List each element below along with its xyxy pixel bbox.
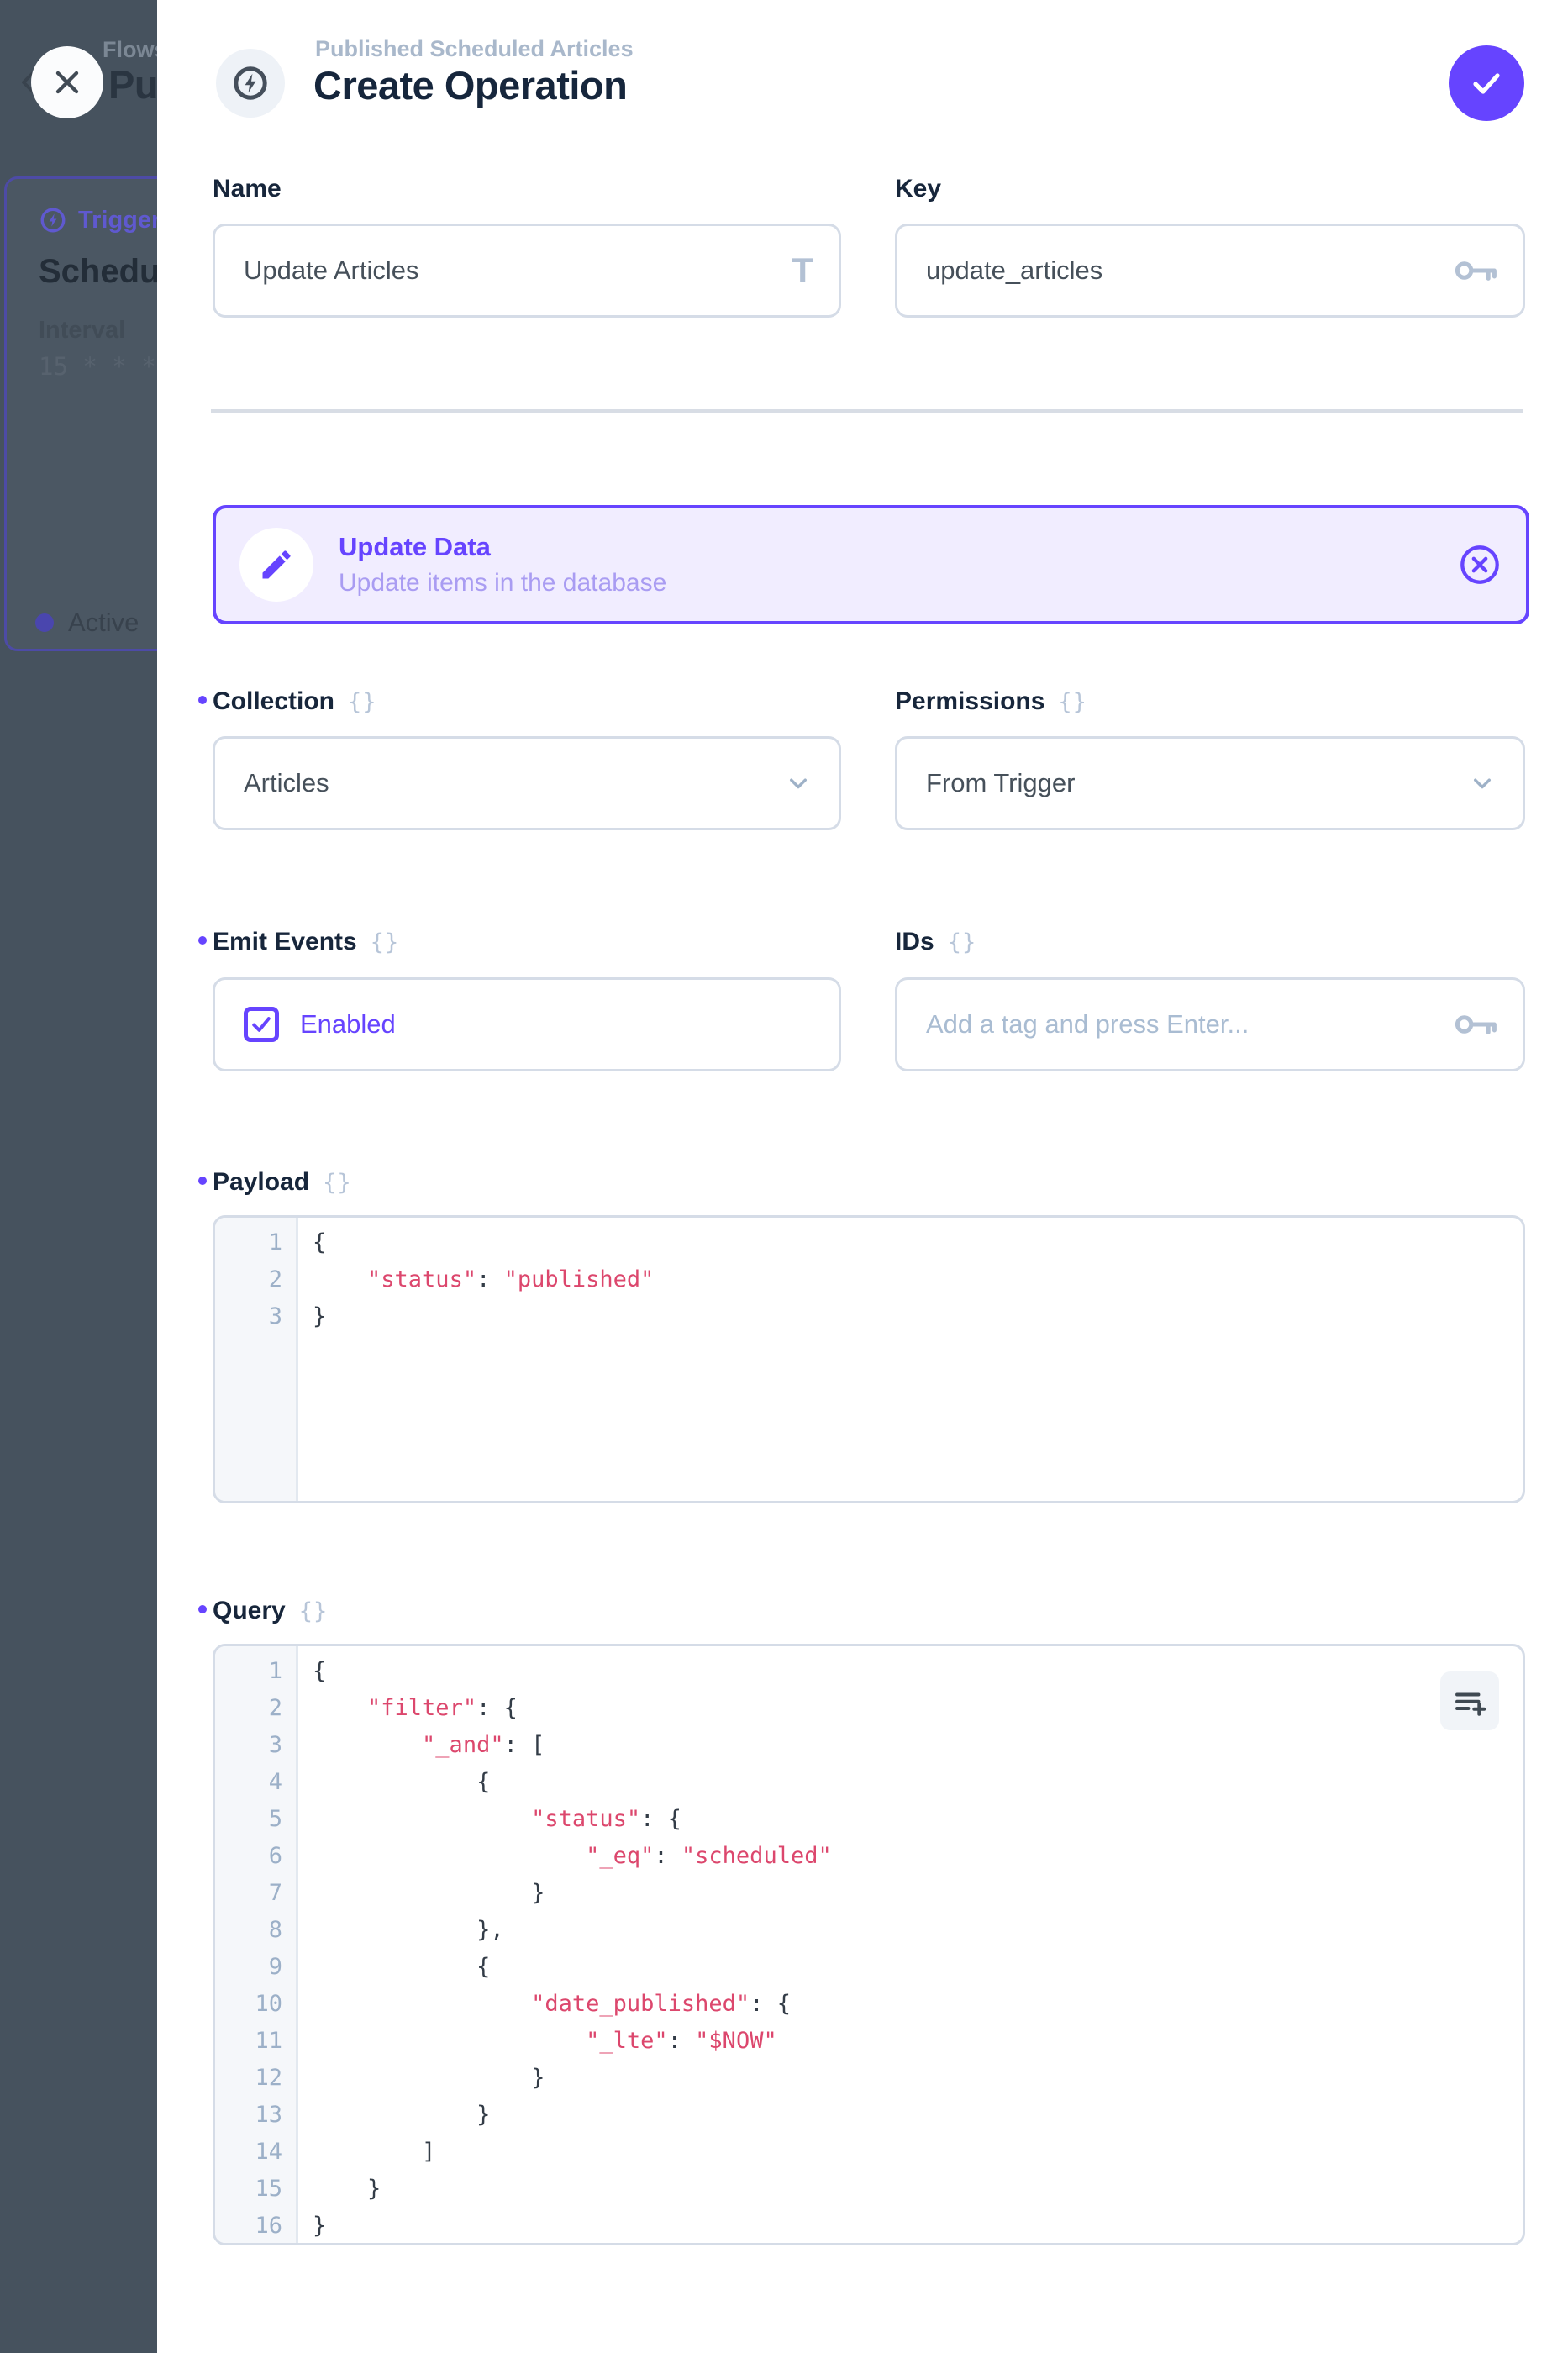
raw-value-icon[interactable]: {} <box>299 1598 329 1624</box>
permissions-label: Permissions {} <box>895 687 1087 716</box>
name-label: Name <box>213 175 282 203</box>
raw-value-icon[interactable]: {} <box>323 1170 352 1196</box>
ids-tag-input[interactable] <box>926 1009 1454 1040</box>
raw-value-icon[interactable]: {} <box>348 689 377 715</box>
dimmed-background: Flows Published Scheduled Articles Trigg… <box>0 0 157 2353</box>
page-title: Create Operation <box>313 62 627 108</box>
chevron-down-icon <box>1467 768 1497 798</box>
trigger-badge-label: Trigger <box>78 207 157 234</box>
collection-value: Articles <box>244 768 329 798</box>
query-label: Query {} <box>213 1597 328 1625</box>
section-divider <box>211 409 1523 413</box>
trigger-status-dropdown[interactable]: Active <box>35 608 157 638</box>
breadcrumb: Published Scheduled Articles <box>315 36 634 62</box>
trigger-card[interactable]: Trigger Schedule Interval 15 * * * * Act… <box>4 176 157 651</box>
background-breadcrumb: Flows <box>103 37 157 63</box>
operation-type-banner: Update Data Update items in the database <box>213 505 1529 624</box>
key-icon <box>1454 256 1497 285</box>
bolt-icon <box>230 63 271 103</box>
payload-label: Payload {} <box>213 1168 352 1197</box>
payload-code-editor[interactable]: 123 { "status": "published"} <box>213 1215 1525 1503</box>
edit-icon <box>258 546 295 583</box>
remove-operation-type-button[interactable] <box>1457 542 1502 587</box>
permissions-value: From Trigger <box>926 768 1075 798</box>
status-dot-icon <box>35 613 54 632</box>
payload-code: { "status": "published"} <box>313 1224 1514 1335</box>
create-operation-drawer: Published Scheduled Articles Create Oper… <box>157 0 1568 2353</box>
raw-value-icon[interactable]: {} <box>948 929 977 955</box>
collection-select[interactable]: Articles <box>213 736 841 830</box>
banner-icon-circle <box>239 528 313 602</box>
name-input[interactable] <box>244 255 792 286</box>
trigger-card-title: Schedule <box>39 253 157 291</box>
playlist-add-button[interactable] <box>1440 1671 1499 1730</box>
save-button[interactable] <box>1449 45 1524 121</box>
title-icon: T <box>792 253 813 288</box>
emit-events-checkbox-row[interactable]: Enabled <box>213 977 841 1071</box>
playlist-add-icon <box>1452 1683 1487 1719</box>
required-dot <box>198 696 207 704</box>
operation-type-title: Update Data <box>339 532 666 562</box>
trigger-badge: Trigger <box>39 206 157 234</box>
emit-events-checkbox-label: Enabled <box>300 1009 396 1040</box>
ids-field <box>895 977 1525 1071</box>
required-dot <box>198 1605 207 1613</box>
chevron-down-icon <box>783 768 813 798</box>
raw-value-icon[interactable]: {} <box>1058 689 1087 715</box>
raw-value-icon[interactable]: {} <box>371 929 400 955</box>
query-code: { "filter": { "_and": [ { "status": { "_… <box>313 1653 1514 2245</box>
background-page-title: Published Scheduled Articles <box>108 61 157 108</box>
ids-label: IDs {} <box>895 928 976 956</box>
query-code-editor[interactable]: 12345678910111213141516 { "filter": { "_… <box>213 1644 1525 2245</box>
required-dot <box>198 1176 207 1185</box>
trigger-interval-label: Interval <box>39 317 125 345</box>
key-field <box>895 224 1525 318</box>
operation-type-subtitle: Update items in the database <box>339 569 666 597</box>
collection-label: Collection {} <box>213 687 377 716</box>
emit-events-label: Emit Events {} <box>213 928 399 956</box>
required-dot <box>198 936 207 945</box>
close-drawer-button[interactable] <box>31 46 103 118</box>
app-root: { "ui": { "braces_icon": "{}" }, "backgr… <box>0 0 1568 2353</box>
close-icon <box>49 64 86 101</box>
name-field: T <box>213 224 841 318</box>
line-number-gutter: 12345678910111213141516 <box>215 1646 298 2243</box>
trigger-interval-value: 15 * * * * <box>39 352 157 381</box>
line-number-gutter: 123 <box>215 1218 298 1501</box>
trigger-status-label: Active <box>68 608 139 638</box>
key-icon <box>1454 1010 1497 1039</box>
operation-header-icon-circle <box>216 49 285 118</box>
checkbox-checked[interactable] <box>244 1007 279 1042</box>
check-icon <box>1466 63 1507 103</box>
bolt-icon <box>39 206 67 234</box>
key-label: Key <box>895 175 941 203</box>
banner-text: Update Data Update items in the database <box>339 532 666 597</box>
permissions-select[interactable]: From Trigger <box>895 736 1525 830</box>
key-input[interactable] <box>926 255 1454 286</box>
